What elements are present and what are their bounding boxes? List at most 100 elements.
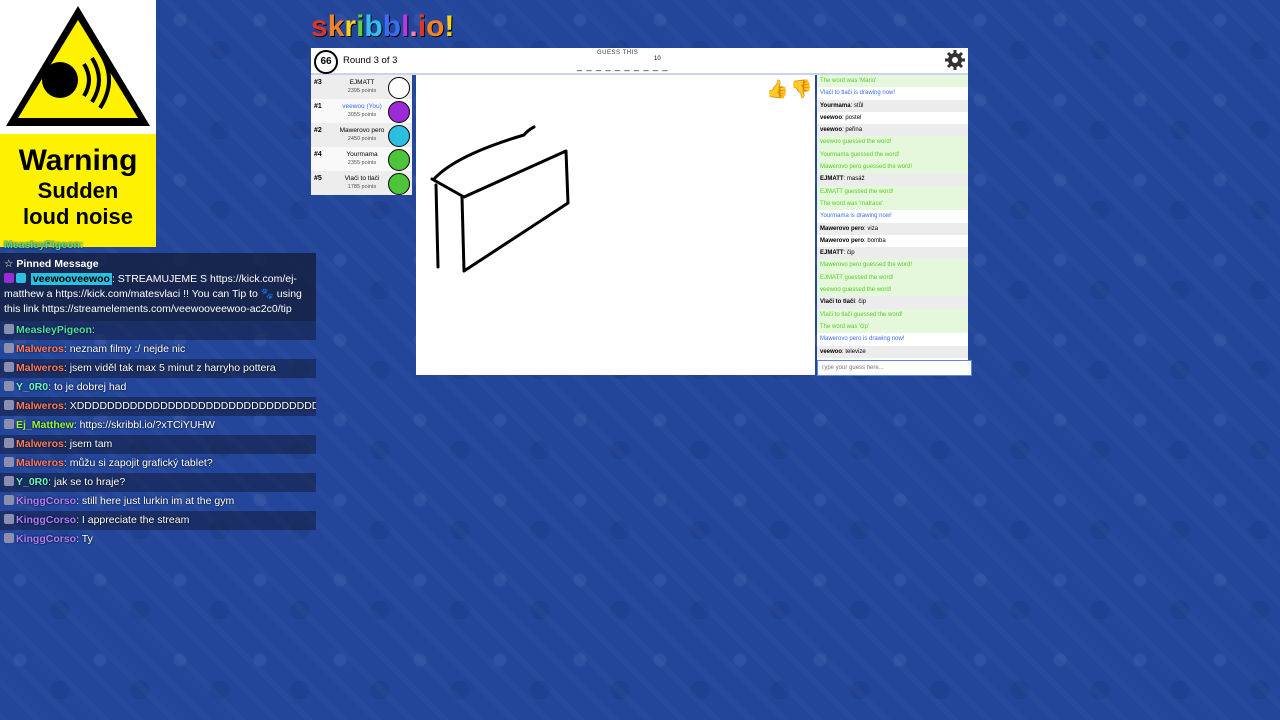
badge-icon [4, 324, 14, 334]
logo-letter: k [327, 10, 345, 43]
drawing-canvas[interactable]: 👍 👎 [416, 75, 815, 375]
message-text: Mawerovo pero is drawing now! [820, 336, 905, 343]
chat-line: Malweros: můžu si zapojit grafický table… [0, 454, 316, 473]
chat-message: EJMATT guessed the word! [817, 271, 968, 285]
chat-message: veewoo guessed the word! [817, 284, 968, 297]
message-user: veewoo [820, 127, 843, 134]
player-row[interactable]: #4 Yourmama 2355 points [311, 147, 412, 171]
chat-line: MeasleyPigeon: [0, 321, 316, 340]
chat-line: Y_0R0: jak se to hraje? [0, 473, 316, 492]
word-length: 10 [654, 56, 661, 62]
player-name: Yourmama [346, 151, 378, 158]
chat-message: EJMATT guessed the word! [817, 185, 968, 198]
chat-line: Malweros: XDDDDDDDDDDDDDDDDDDDDDDDDDDDDD… [0, 397, 316, 416]
player-rank: #1 [314, 103, 322, 110]
player-rank: #5 [314, 175, 322, 182]
warning-sign: Warning Sudden loud noise [0, 0, 156, 247]
player-row[interactable]: #5 Vlači to tlači 1785 points [311, 171, 412, 195]
chat-text: https://skribbl.io/?xTCiYUHW [79, 419, 215, 431]
message-text: postel [845, 114, 862, 121]
chat-username: Malweros [16, 400, 64, 412]
badge-icon [4, 533, 14, 543]
player-name: Vlači to tlači [344, 175, 380, 182]
player-points: 2395 points [347, 88, 377, 94]
player-points: 2450 points [347, 136, 377, 142]
drawing-strokes [430, 125, 570, 273]
player-row[interactable]: #2 Mawerovo pero 2450 points [311, 123, 412, 147]
player-points: 3055 points [347, 112, 377, 118]
chat-username: KinggCorso [16, 533, 77, 545]
message-text: čip [846, 250, 855, 257]
badge-icon [4, 400, 14, 410]
logo-letter: i [417, 10, 427, 43]
thumbs-up-icon[interactable]: 👍 [766, 79, 788, 100]
chat-message: Mawerovo pero is drawing now! [817, 333, 968, 345]
chat-text: můžu si zapojit grafický tablet? [69, 457, 213, 469]
chat-line: KinggCorso: I appreciate the stream [0, 511, 316, 530]
chat-line: Ej_Matthew: https://skribbl.io/?xTCiYUHW [0, 416, 316, 435]
logo-letter: r [344, 10, 357, 43]
logo-letter: b [382, 10, 402, 43]
message-text: Vlači to tlači is drawing now! [820, 90, 896, 97]
message-user: Mawerovo pero [820, 237, 865, 244]
message-user: Mawerovo pero [820, 225, 865, 232]
logo-letter: o [426, 10, 445, 43]
message-text: Mawerovo pero guessed the word! [820, 262, 913, 269]
logo-letter: s [311, 10, 328, 43]
guess-input[interactable] [817, 360, 972, 376]
timer-clock-icon: 66 [314, 50, 338, 74]
settings-gear-icon[interactable] [945, 50, 965, 70]
chat-message: Vlači to tlači: čip [817, 296, 968, 309]
warning-title: Warning [18, 144, 138, 177]
badge-icon [4, 419, 14, 429]
message-text: Yourmama is drawing now! [820, 213, 892, 220]
message-text: viza [867, 225, 879, 232]
message-text: Yourmama guessed the word! [820, 151, 900, 158]
message-text: EJMATT guessed the word! [820, 274, 894, 281]
chat-message: Yourmama guessed the word! [817, 148, 968, 162]
badge-icon [4, 273, 14, 283]
chat-line: Malweros: jsem tam [0, 435, 316, 454]
warning-text-panel: Warning Sudden loud noise [0, 134, 156, 247]
player-points: 1785 points [347, 184, 377, 190]
message-user: veewoo [820, 348, 843, 355]
chat-username: Y_0R0 [16, 476, 49, 488]
player-row[interactable]: #1 veewoo (You) 3055 points [311, 99, 412, 123]
pinned-message: ☆ Pinned Message veewooveewoo: STREAMUJE… [0, 253, 316, 321]
player-avatar-icon [388, 173, 410, 195]
player-list: #3 EJMATT 2395 points #1 veewoo (You) 3055 po… [311, 75, 412, 195]
chat-text: neznam filmy :/ nejde nic [69, 343, 186, 355]
player-rank: #4 [314, 151, 322, 158]
chat-message: EJMATT: čip [817, 247, 968, 260]
message-text: EJMATT guessed the word! [820, 188, 894, 195]
message-user: Yourmama [820, 102, 851, 109]
message-user: Vlači to tlači [820, 299, 856, 306]
player-avatar-icon [388, 125, 410, 147]
badge-icon [4, 476, 14, 486]
chat-text: still here just lurkin im at the gym [81, 495, 235, 507]
chat-text: to je dobrej had [53, 381, 127, 393]
chat-message: Mawerovo pero guessed the word! [817, 259, 968, 272]
pin-icon: ☆ [4, 258, 14, 270]
message-text: The word was 'čip' [820, 323, 869, 330]
stream-chat: MeasleyPigeon: ☆ Pinned Message veewoove… [0, 240, 316, 549]
chat-line: KinggCorso: still here just lurkin im at… [0, 492, 316, 511]
warning-line-1: Sudden [37, 178, 119, 203]
thumbs-down-icon[interactable]: 👎 [790, 79, 812, 100]
chat-text: jsem viděl tak max 5 minut z harryho pot… [69, 362, 276, 374]
chat-message: EJMATT: masáž [817, 173, 968, 186]
badge-icon [4, 457, 14, 467]
player-name: EJMATT [349, 79, 375, 86]
chat-username: Malweros [16, 438, 64, 450]
player-avatar-icon [388, 77, 410, 99]
word-blanks: _ _ _ _ _ _ _ _ _ _ [577, 61, 669, 71]
message-text: stůl [853, 102, 864, 109]
message-text: masáž [846, 176, 865, 183]
message-text: veewoo guessed the word! [820, 287, 892, 294]
badge-icon [4, 438, 14, 448]
message-text: peřina [845, 127, 863, 134]
tip-emote-icon: 🐾 [260, 288, 274, 300]
message-text: čip [858, 299, 867, 306]
player-row[interactable]: #3 EJMATT 2395 points [311, 75, 412, 99]
player-name: Mawerovo pero [339, 127, 385, 134]
